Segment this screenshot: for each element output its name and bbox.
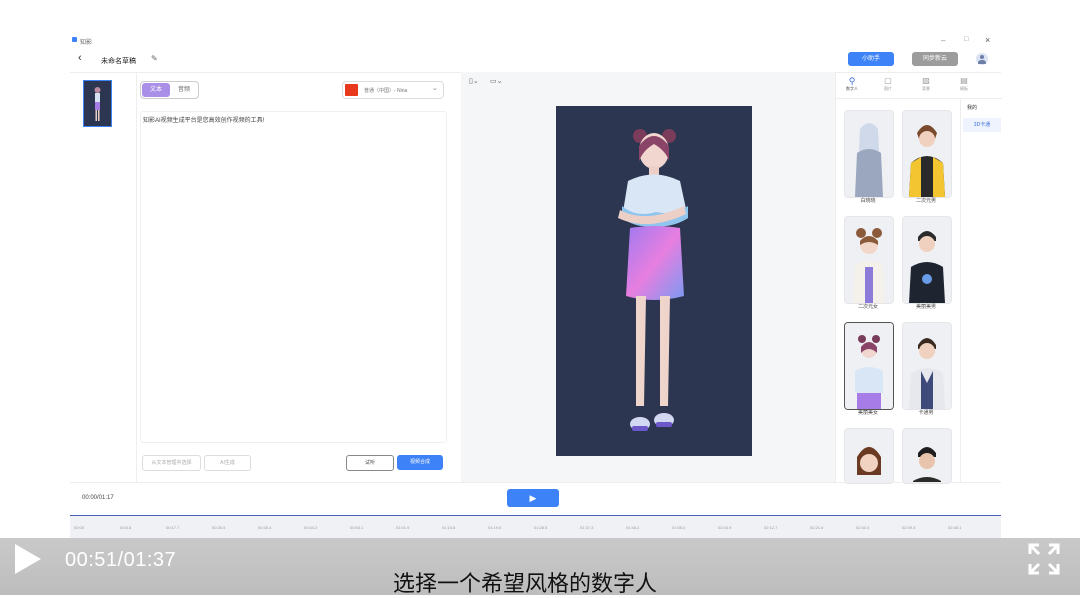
timeline-time: 00:00/01:17 (82, 495, 114, 501)
tick-label: 01:28.5 (534, 525, 548, 530)
scene-thumbnail-column (70, 72, 137, 482)
template-icon: ▤ (960, 76, 968, 85)
preview-panel: ▯⌄ ▭⌄ (461, 72, 835, 482)
close-button[interactable]: × (985, 35, 990, 45)
tick-label: 02:30.4 (856, 525, 870, 530)
tick-label: 00:44.2 (304, 525, 318, 530)
listen-button[interactable]: 试听 (346, 455, 394, 471)
category-mine[interactable]: 我的 (967, 104, 977, 111)
play-icon[interactable] (13, 542, 43, 576)
voice-selector[interactable]: 普通（中国）- Nina ⌄ (342, 81, 444, 99)
player-time: 00:51/01:37 (65, 549, 177, 571)
tick-label: 01:46.2 (626, 525, 640, 530)
avatar-card[interactable] (902, 110, 952, 198)
background-icon: ▨ (922, 76, 930, 85)
tick-label: 00:35.4 (258, 525, 272, 530)
tab-background[interactable]: ▨ 背景 (915, 76, 937, 92)
sync-button[interactable]: 同步新云 (912, 52, 958, 66)
voice-label: 普通（中国）- Nina (364, 88, 408, 94)
subtitle: 选择一个希望风格的数字人 (393, 571, 658, 596)
tick-label: 02:21.6 (810, 525, 824, 530)
preview-canvas (556, 106, 752, 456)
script-text-area[interactable]: 知影AI视频生成平台是您高效创作视频的工具! (140, 111, 447, 443)
synthesize-button[interactable]: 视频合成 (397, 455, 443, 470)
digital-human-figure (618, 129, 688, 431)
video-player-controls: 00:51/01:37 选择一个希望风格的数字人 (0, 538, 1080, 596)
avatar-card[interactable] (902, 216, 952, 304)
category-3d-cartoon[interactable]: 3D卡通 (963, 118, 1001, 132)
device-icon[interactable]: ▯⌄ (469, 77, 479, 85)
tick-label: 00:53.1 (350, 525, 364, 530)
fullscreen-icon[interactable] (1028, 543, 1060, 575)
app-logo-icon (72, 37, 77, 42)
tick-label: 02:48.1 (948, 525, 962, 530)
draft-title: 未命名草稿 (101, 58, 136, 65)
tick-label: 02:03.9 (718, 525, 732, 530)
script-text: 知影AI视频生成平台是您高效创作视频的工具! (143, 118, 265, 124)
tick-label: 00:17.7 (166, 525, 180, 530)
tick-label: 00:8.8 (120, 525, 132, 530)
play-button[interactable]: ▶ (507, 489, 559, 507)
assistant-button[interactable]: 小助手 (848, 52, 894, 66)
avatar-name: 二次元男 (915, 198, 936, 204)
asset-panel: ⚲ 数字人 ▢ 图片 ▨ 背景 ▤ 模板 我的 3D卡通 白晓晓 二次元男 二次… (835, 72, 1003, 484)
scene-thumbnail[interactable] (83, 80, 112, 127)
app-window: 知影 – □ × ‹ 未命名草稿 ✎ 小助手 同步新云 文本 音频 普通（中国）… (70, 34, 1003, 516)
avatar-card[interactable] (844, 216, 894, 304)
person-icon: ⚲ (848, 76, 856, 86)
timeline-ruler[interactable]: 00:00 00:8.8 00:17.7 00:26.5 00:35.4 00:… (70, 515, 1001, 540)
import-text-button[interactable]: 从文本管理中选择 (142, 455, 201, 471)
tick-label: 01:55.0 (672, 525, 686, 530)
tab-images[interactable]: ▢ 图片 (877, 76, 899, 92)
chevron-down-icon: ⌄ (432, 85, 438, 92)
avatar-name: 美丽美男 (915, 304, 936, 310)
tick-label: 01:37.3 (580, 525, 594, 530)
script-editor: 文本 音频 普通（中国）- Nina ⌄ 知影AI视频生成平台是您高效创作视频的… (136, 72, 461, 482)
minimize-button[interactable]: – (941, 36, 945, 45)
title-bar: 知影 – □ × (70, 34, 1001, 48)
tab-digital-human[interactable]: ⚲ 数字人 (841, 76, 863, 92)
mode-toggle: 文本 音频 (140, 81, 199, 99)
tick-label: 01:10.8 (442, 525, 456, 530)
china-flag-icon (345, 84, 358, 96)
avatar-card[interactable] (844, 110, 894, 198)
avatar-card[interactable] (902, 322, 952, 410)
avatar-name: 卡通男 (918, 410, 934, 416)
top-bar: ‹ 未命名草稿 ✎ 小助手 同步新云 (70, 48, 1001, 73)
tick-label: 00:00 (74, 525, 85, 530)
maximize-button[interactable]: □ (964, 36, 968, 43)
category-list: 我的 3D卡通 (960, 98, 1003, 482)
avatar-card[interactable] (844, 428, 894, 484)
tab-text[interactable]: 文本 (142, 83, 170, 97)
ratio-icon[interactable]: ▭⌄ (490, 77, 502, 85)
avatar-name: 二次元女 (857, 304, 878, 310)
timeline-bar: 00:00/01:17 ▶ (70, 482, 1001, 516)
avatar-name: 美丽美女 (857, 410, 878, 416)
avatar-card-selected[interactable] (844, 322, 894, 410)
app-name: 知影 (80, 40, 93, 46)
back-arrow-icon[interactable]: ‹ (78, 52, 82, 64)
tick-label: 01:19.6 (488, 525, 502, 530)
tab-template[interactable]: ▤ 模板 (953, 76, 975, 92)
avatar[interactable] (976, 53, 988, 65)
edit-icon[interactable]: ✎ (151, 54, 158, 63)
image-icon: ▢ (884, 76, 892, 85)
tick-label: 00:26.5 (212, 525, 226, 530)
ai-generate-button[interactable]: AI生成 (204, 455, 251, 471)
tick-label: 02:12.7 (764, 525, 778, 530)
tick-label: 02:39.3 (902, 525, 916, 530)
avatar-name: 白晓晓 (860, 198, 876, 204)
tab-audio[interactable]: 音频 (171, 83, 197, 97)
asset-tabs: ⚲ 数字人 ▢ 图片 ▨ 背景 ▤ 模板 (836, 72, 1002, 99)
avatar-card[interactable] (902, 428, 952, 484)
tick-label: 01:01.9 (396, 525, 410, 530)
